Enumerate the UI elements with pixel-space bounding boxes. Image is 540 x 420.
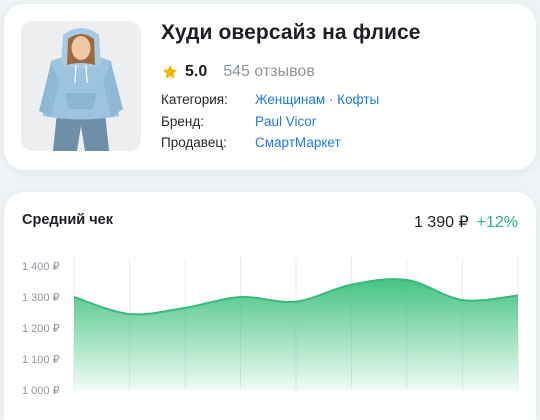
product-card: Худи оверсайз на флисе 5.0 545 отзывов К…	[4, 4, 536, 170]
rating-value: 5.0	[185, 63, 208, 80]
area-chart: 1 400 ₽ 1 300 ₽ 1 200 ₽ 1 100 ₽ 1 000 ₽	[22, 258, 519, 397]
product-title: Худи оверсайз на флисе	[161, 21, 421, 44]
category-link-women[interactable]: Женщинам	[255, 92, 325, 107]
y-tick-label: 1 400 ₽	[22, 261, 60, 273]
product-image[interactable]	[21, 21, 141, 151]
y-tick-label: 1 000 ₽	[22, 385, 60, 397]
brand-label: Бренд:	[161, 114, 204, 129]
category-link-sweatshirts[interactable]: Кофты	[337, 92, 379, 107]
rating-row: 5.0 545 отзывов	[161, 60, 315, 84]
y-tick-label: 1 200 ₽	[22, 323, 60, 335]
star-icon	[162, 64, 178, 79]
y-tick-label: 1 100 ₽	[22, 354, 60, 366]
average-check-card: Средний чек 1 390 ₽ +12% 1 400 ₽1 300 ₽1 …	[4, 192, 536, 420]
seller-link[interactable]: СмартМаркет	[255, 135, 341, 150]
seller-label: Продавец:	[161, 135, 227, 150]
product-photo-illustration	[21, 21, 141, 151]
brand-link[interactable]: Paul Vicor	[255, 114, 316, 129]
reviews-count[interactable]: 545 отзывов	[223, 63, 315, 81]
y-tick-label: 1 300 ₽	[22, 292, 60, 304]
category-label: Категория:	[161, 92, 228, 107]
category-separator: ·	[325, 92, 338, 107]
category-value: Женщинам · Кофты	[255, 92, 379, 107]
